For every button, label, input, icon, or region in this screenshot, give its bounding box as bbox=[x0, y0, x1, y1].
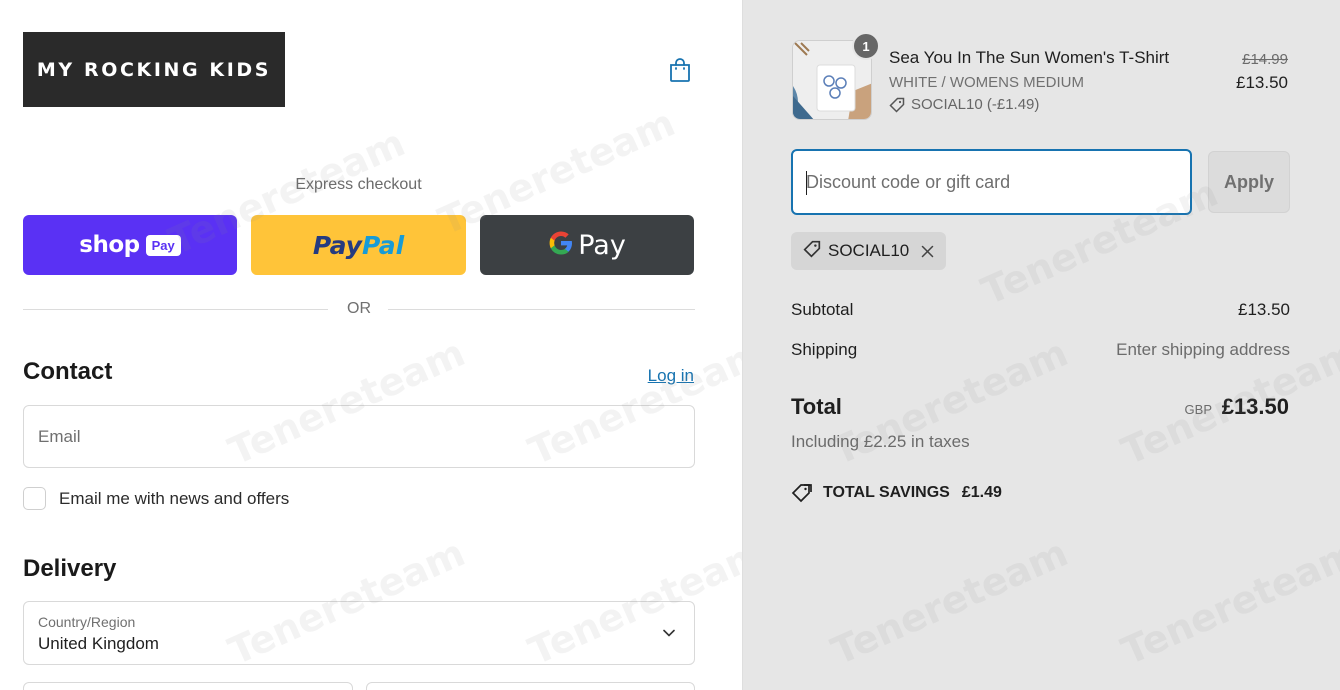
order-summary: 1 Sea You In The Sun Women's T-Shirt WHI… bbox=[742, 0, 1340, 690]
newsletter-option[interactable]: Email me with news and offers bbox=[23, 487, 289, 510]
quantity-badge: 1 bbox=[852, 32, 880, 60]
delivery-heading: Delivery bbox=[23, 555, 117, 582]
item-name: Sea You In The Sun Women's T-Shirt bbox=[889, 48, 1170, 67]
tag-icon bbox=[889, 97, 905, 113]
text-cursor bbox=[806, 171, 807, 195]
item-original-price: £14.99 bbox=[1242, 51, 1288, 68]
taxes-note: Including £2.25 in taxes bbox=[791, 432, 970, 451]
express-checkout-label: Express checkout bbox=[295, 176, 422, 193]
or-divider: OR bbox=[23, 298, 695, 322]
apply-button[interactable]: Apply bbox=[1208, 151, 1290, 213]
login-link[interactable]: Log in bbox=[648, 366, 694, 386]
watermark: Tenereteam bbox=[1114, 530, 1340, 674]
store-logo-text: MY ROCKING KIDS bbox=[36, 58, 272, 81]
total-label: Total bbox=[791, 394, 842, 419]
google-pay-wordmark: Pay bbox=[578, 229, 626, 261]
discount-field[interactable] bbox=[791, 149, 1192, 215]
email-field[interactable] bbox=[23, 405, 695, 468]
paypal-wordmark-pay: Pay bbox=[312, 230, 362, 260]
paypal-button[interactable]: Pay Pal bbox=[251, 215, 466, 275]
subtotal-label: Subtotal bbox=[791, 300, 854, 319]
total-savings: TOTAL SAVINGS £1.49 bbox=[791, 483, 1002, 503]
country-select-label: Country/Region bbox=[38, 614, 136, 630]
contact-heading: Contact bbox=[23, 358, 113, 385]
item-discount-text: SOCIAL10 (-£1.49) bbox=[911, 96, 1040, 113]
applied-discount-chip: SOCIAL10 bbox=[791, 232, 947, 270]
email-input[interactable] bbox=[24, 406, 694, 467]
item-price: £13.50 bbox=[1236, 73, 1288, 92]
country-select-value: United Kingdom bbox=[38, 634, 159, 653]
country-select[interactable]: Country/Region United Kingdom bbox=[23, 601, 695, 665]
paypal-wordmark-pal: Pal bbox=[361, 230, 405, 260]
newsletter-label: Email me with news and offers bbox=[59, 488, 290, 508]
watermark: Tenereteam bbox=[824, 330, 1075, 474]
savings-tag-icon bbox=[791, 484, 812, 503]
watermark: Tenereteam bbox=[824, 530, 1075, 674]
google-g-icon bbox=[548, 230, 574, 261]
shop-pay-button[interactable]: shop Pay bbox=[23, 215, 237, 275]
chevron-down-icon bbox=[662, 626, 676, 640]
newsletter-checkbox[interactable] bbox=[23, 487, 46, 510]
total-value: £13.50 bbox=[1221, 394, 1289, 419]
subtotal-value: £13.50 bbox=[1238, 300, 1290, 319]
google-pay-button[interactable]: Pay bbox=[480, 215, 694, 275]
total-savings-value: £1.49 bbox=[961, 484, 1002, 501]
last-name-field[interactable] bbox=[366, 682, 695, 690]
close-icon[interactable] bbox=[921, 245, 934, 258]
shopping-bag-icon[interactable] bbox=[666, 56, 694, 84]
shipping-value: Enter shipping address bbox=[1116, 340, 1290, 359]
shipping-label: Shipping bbox=[791, 340, 858, 359]
checkout-main: MY ROCKING KIDS Express checkout shop Pa… bbox=[0, 0, 771, 690]
first-name-field[interactable] bbox=[23, 682, 353, 690]
item-discount: SOCIAL10 (-£1.49) bbox=[889, 96, 1039, 113]
or-text: OR bbox=[347, 300, 371, 317]
shop-pay-wordmark: shop bbox=[79, 232, 140, 258]
total-savings-label: TOTAL SAVINGS bbox=[823, 484, 950, 501]
discount-input[interactable] bbox=[793, 151, 1190, 213]
total-currency: GBP bbox=[1184, 402, 1212, 417]
shop-pay-pill: Pay bbox=[145, 234, 181, 256]
tag-icon bbox=[803, 240, 821, 263]
store-logo[interactable]: MY ROCKING KIDS bbox=[23, 32, 285, 107]
item-variant: WHITE / WOMENS MEDIUM bbox=[889, 74, 1084, 91]
applied-discount-code: SOCIAL10 bbox=[828, 241, 910, 260]
